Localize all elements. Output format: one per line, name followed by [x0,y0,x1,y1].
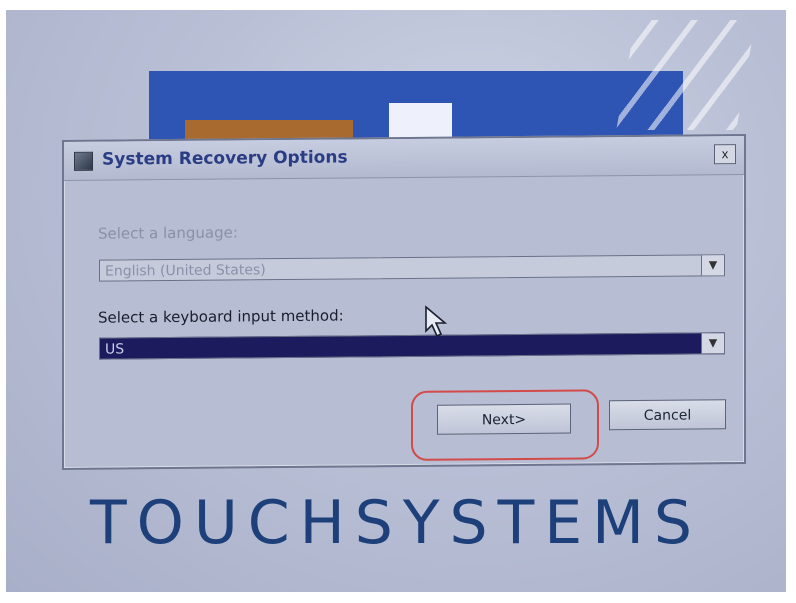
keyboard-select[interactable]: US ▼ [99,332,725,360]
dropdown-arrow-icon: ▼ [701,255,724,276]
dialog-title: System Recovery Options [102,147,348,170]
language-label: Select a language: [98,223,238,243]
language-select-value: English (United States) [105,262,266,280]
dropdown-arrow-icon[interactable]: ▼ [701,333,724,354]
cancel-button[interactable]: Cancel [609,399,726,431]
keyboard-label: Select a keyboard input method: [98,306,344,327]
window-icon [74,151,93,171]
system-recovery-dialog: System Recovery Options x Select a langu… [62,134,746,470]
mouse-pointer-icon [425,305,448,338]
brand-logo-text: TOUCHSYSTEMS [89,488,703,558]
screen-glare [616,20,756,130]
dialog-titlebar[interactable]: System Recovery Options x [64,136,744,181]
keyboard-select-value: US [105,341,125,358]
close-icon[interactable]: x [714,144,736,165]
next-button[interactable]: Next> [437,403,571,435]
language-select: English (United States) ▼ [99,254,725,282]
